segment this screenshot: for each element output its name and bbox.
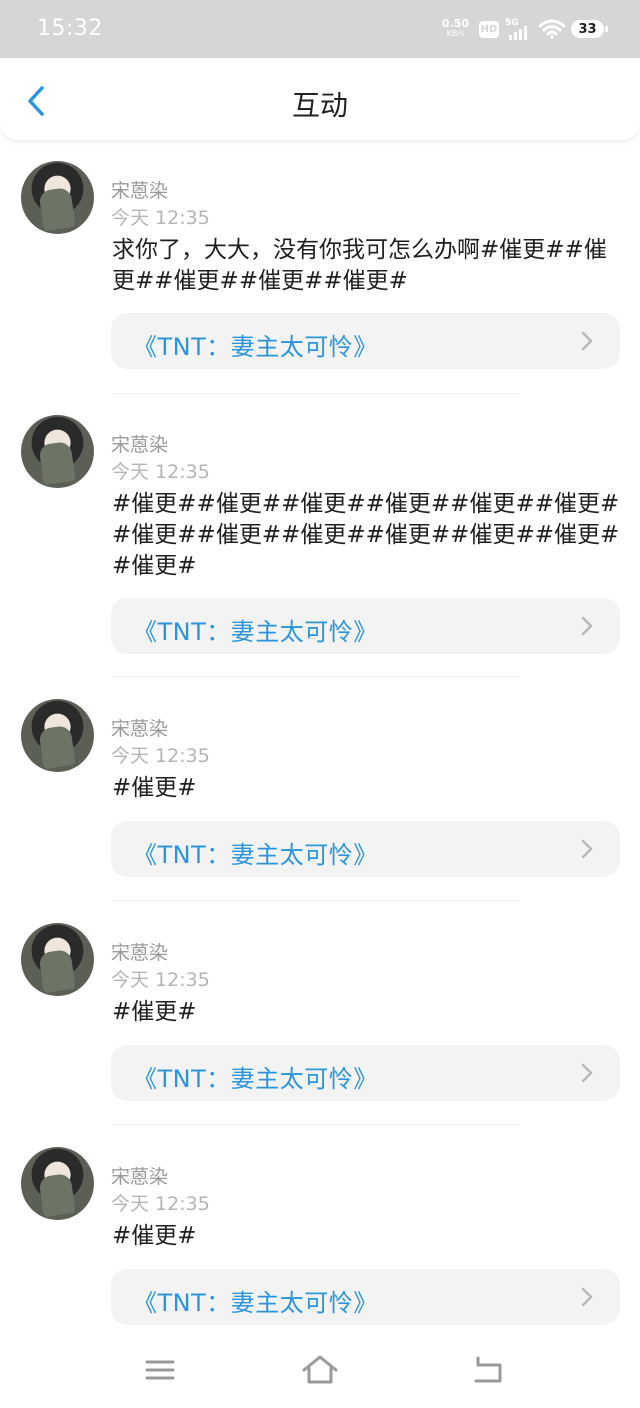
book-link-card[interactable]: 《TNT：妻主太可怜》: [111, 313, 620, 369]
divider: [112, 900, 520, 901]
wifi-icon: [539, 19, 565, 39]
divider: [112, 1124, 520, 1125]
comment-text: #催更##催更##催更##催更##催更##催更##催更##催更##催更##催更#…: [112, 491, 620, 579]
book-title: 《TNT：妻主太可怜》: [133, 1065, 378, 1093]
back-icon: [474, 1356, 502, 1383]
book-title: 《TNT：妻主太可怜》: [133, 333, 378, 361]
book-title: 《TNT：妻主太可怜》: [133, 618, 378, 646]
status-time: 15:32: [37, 16, 103, 41]
comment-time: 今天 12:35: [111, 969, 210, 991]
comment-time: 今天 12:35: [111, 207, 210, 229]
hd-icon: HD: [479, 20, 499, 38]
username[interactable]: 宋蒽染: [111, 714, 168, 741]
avatar[interactable]: [21, 161, 94, 234]
comment-text: 求你了，大大，没有你我可怎么办啊#催更##催更##催更##催更##催更#: [112, 237, 607, 294]
book-title: 《TNT：妻主太可怜》: [133, 1289, 378, 1317]
network-speed-unit: KB/s: [446, 29, 465, 38]
book-title: 《TNT：妻主太可怜》: [133, 841, 378, 869]
network-speed: 0.50 KB/s: [441, 17, 469, 39]
status-bar: 15:32 0.50 KB/s HD 5G 33: [0, 0, 640, 58]
system-nav-bar: [0, 1340, 640, 1408]
battery-icon: 33: [571, 20, 608, 38]
signal-bars: [509, 26, 527, 40]
book-link-card[interactable]: 《TNT：妻主太可怜》: [111, 1045, 620, 1101]
comment-time: 今天 12:35: [111, 1193, 210, 1215]
comment-item: 宋蒽染 今天 12:35 #催更# 《TNT：妻主太可怜》: [0, 678, 640, 902]
chevron-right-icon: [581, 839, 593, 859]
avatar[interactable]: [21, 415, 94, 488]
divider: [112, 676, 520, 677]
app-header: 互动: [0, 58, 640, 140]
comment-time: 今天 12:35: [111, 745, 210, 767]
username[interactable]: 宋蒽染: [111, 1162, 168, 1189]
home-icon: [302, 1355, 338, 1384]
chevron-right-icon: [581, 616, 593, 636]
screen: 15:32 0.50 KB/s HD 5G 33 互动 宋蒽染 今天 12:35…: [0, 0, 640, 1408]
avatar[interactable]: [21, 699, 94, 772]
book-link-card[interactable]: 《TNT：妻主太可怜》: [111, 821, 620, 877]
chevron-right-icon: [581, 331, 593, 351]
username[interactable]: 宋蒽染: [111, 176, 168, 203]
book-link-card[interactable]: 《TNT：妻主太可怜》: [111, 1269, 620, 1325]
signal-icon: 5G: [505, 16, 533, 42]
username[interactable]: 宋蒽染: [111, 430, 168, 457]
menu-icon: [145, 1360, 175, 1380]
book-link-card[interactable]: 《TNT：妻主太可怜》: [111, 598, 620, 654]
status-indicators: 0.50 KB/s HD 5G 33: [441, 14, 608, 44]
comment-text: #催更#: [112, 1223, 197, 1249]
network-speed-value: 0.50: [441, 17, 469, 30]
comment-text: #催更#: [112, 775, 197, 801]
avatar[interactable]: [21, 923, 94, 996]
comment-item: 宋蒽染 今天 12:35 #催更##催更##催更##催更##催更##催更##催更…: [0, 394, 640, 678]
back-nav-button[interactable]: [468, 1354, 508, 1386]
comment-item: 宋蒽染 今天 12:35 求你了，大大，没有你我可怎么办啊#催更##催更##催更…: [0, 140, 640, 395]
comment-time: 今天 12:35: [111, 461, 210, 483]
comment-item: 宋蒽染 今天 12:35 #催更# 《TNT：妻主太可怜》: [0, 1126, 640, 1340]
menu-button[interactable]: [140, 1354, 180, 1386]
chevron-right-icon: [581, 1063, 593, 1083]
chevron-right-icon: [581, 1287, 593, 1307]
avatar[interactable]: [21, 1147, 94, 1220]
comment-item: 宋蒽染 今天 12:35 #催更# 《TNT：妻主太可怜》: [0, 902, 640, 1126]
username[interactable]: 宋蒽染: [111, 938, 168, 965]
comment-text: #催更#: [112, 999, 197, 1025]
home-button[interactable]: [300, 1354, 340, 1386]
page-title: 互动: [291, 89, 348, 122]
